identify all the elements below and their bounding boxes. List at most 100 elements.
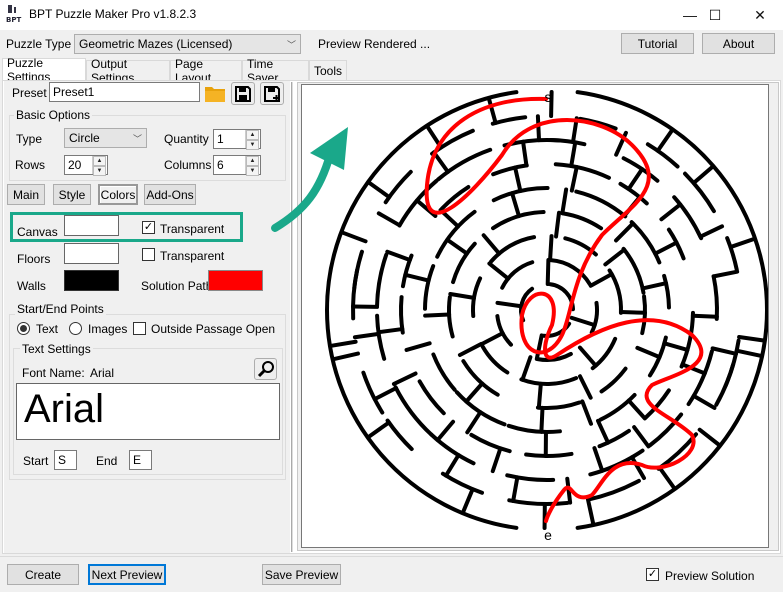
- spin-down-icon[interactable]: ▼: [246, 166, 259, 176]
- maze-radial-wall: [464, 381, 485, 404]
- close-button[interactable]: ✕: [737, 0, 783, 30]
- canvas-color-swatch[interactable]: [64, 215, 119, 236]
- maze-radial-wall: [580, 399, 593, 426]
- maze-radial-wall: [737, 335, 765, 343]
- maze-ring-wall: [417, 379, 446, 416]
- maze-ring-wall: [725, 236, 739, 272]
- maze-radial-wall: [691, 165, 714, 186]
- chevron-down-icon: ﹀: [286, 39, 296, 50]
- about-button[interactable]: About: [702, 33, 775, 54]
- maze-ring-wall: [519, 376, 579, 386]
- colors-subtab-button[interactable]: Colors: [98, 184, 138, 205]
- maze-radial-wall: [632, 425, 651, 449]
- bpt-logo-icon: BPT: [6, 5, 24, 24]
- start-text-label: Start: [23, 454, 49, 468]
- maze-ring-wall: [672, 195, 704, 241]
- spin-up-icon[interactable]: ▲: [93, 156, 106, 166]
- maze-radial-wall: [511, 475, 520, 504]
- next-preview-button[interactable]: Next Preview: [88, 564, 166, 585]
- maze-radial-wall: [372, 386, 399, 402]
- quantity-spin-buttons[interactable]: ▲ ▼: [245, 130, 259, 150]
- create-button[interactable]: Create: [7, 564, 79, 585]
- add-ons-subtab-button[interactable]: Add-Ons: [144, 184, 196, 205]
- end-text-input[interactable]: E: [129, 450, 152, 470]
- quantity-value: 1: [217, 132, 224, 146]
- maze-radial-wall: [487, 261, 511, 281]
- tab-tools[interactable]: Tools: [309, 60, 347, 80]
- maze-radial-wall: [662, 341, 690, 352]
- tab-page-layout[interactable]: Page Layout: [170, 57, 242, 85]
- preset-input[interactable]: Preset1: [49, 82, 200, 102]
- quantity-stepper[interactable]: 1 ▲ ▼: [213, 129, 261, 150]
- spin-up-icon[interactable]: ▲: [246, 130, 259, 140]
- maze-ring-wall: [524, 451, 574, 458]
- puzzle-type-select[interactable]: Geometric Mazes (Licensed) ﹀: [74, 34, 301, 54]
- maze-radial-wall: [536, 381, 543, 410]
- maze-radial-wall: [690, 313, 719, 319]
- maze-radial-wall: [539, 405, 545, 434]
- tab-time-saver[interactable]: Time Saver: [242, 57, 309, 85]
- tutorial-button[interactable]: Tutorial: [621, 33, 694, 54]
- canvas-transparent-checkbox[interactable]: ✓: [142, 221, 155, 234]
- maze-radial-wall: [490, 446, 503, 474]
- maze-radial-wall: [560, 187, 569, 216]
- arrow-shaft: [271, 151, 334, 232]
- maze-ring-wall: [375, 313, 387, 361]
- spin-down-icon[interactable]: ▼: [93, 166, 106, 176]
- columns-spin-buttons[interactable]: ▲ ▼: [245, 156, 259, 176]
- close-icon: ✕: [754, 6, 766, 23]
- maze-radial-wall: [734, 348, 763, 358]
- text-radio[interactable]: [17, 322, 30, 335]
- maze-radial-wall: [513, 165, 523, 193]
- spin-down-icon[interactable]: ▼: [246, 140, 259, 150]
- columns-stepper[interactable]: 6 ▲ ▼: [213, 155, 261, 176]
- maze-radial-wall: [657, 465, 676, 490]
- maze-ring-wall: [385, 418, 414, 452]
- maze-ring-wall: [429, 432, 476, 466]
- maze-ring-wall: [440, 471, 484, 495]
- rows-stepper[interactable]: 20 ▲ ▼: [64, 155, 108, 176]
- spin-up-icon[interactable]: ▲: [246, 156, 259, 166]
- maze-radial-wall: [569, 165, 579, 193]
- maze-radial-wall: [376, 211, 402, 228]
- type-value: Circle: [69, 131, 100, 145]
- walls-color-swatch[interactable]: [64, 270, 119, 291]
- maze-radial-wall: [445, 237, 469, 256]
- open-preset-button[interactable]: [203, 82, 227, 104]
- type-select[interactable]: Circle ﹀: [64, 128, 147, 148]
- svg-text:BPT: BPT: [6, 16, 21, 23]
- maze-radial-wall: [461, 487, 475, 514]
- rows-spin-buttons[interactable]: ▲ ▼: [92, 156, 106, 176]
- columns-value: 6: [217, 158, 224, 172]
- maze-ring-wall: [507, 498, 570, 506]
- maximize-button[interactable]: ☐: [692, 0, 738, 30]
- text-settings-legend: Text Settings: [20, 342, 93, 356]
- maze-radial-wall: [403, 272, 431, 283]
- maze-radial-wall: [457, 341, 484, 357]
- save-preview-button[interactable]: Save Preview: [262, 564, 341, 585]
- maze-radial-wall: [367, 181, 392, 200]
- preview-solution-checkbox[interactable]: ✓: [646, 568, 659, 581]
- maze-ring-wall: [506, 423, 562, 434]
- style-subtab-button[interactable]: Style: [53, 184, 91, 205]
- images-radio[interactable]: [69, 322, 82, 335]
- maze-radial-wall: [495, 300, 524, 309]
- maze-ring-wall: [436, 147, 493, 182]
- choose-font-button[interactable]: [254, 358, 277, 380]
- tab-puzzle-settings[interactable]: Puzzle Settings: [2, 56, 86, 84]
- maze-radial-wall: [655, 129, 674, 153]
- maze-ring-wall: [679, 310, 695, 369]
- save-as-preset-button[interactable]: [260, 82, 284, 105]
- maze-radial-wall: [596, 418, 611, 445]
- outside-passage-checkbox[interactable]: [133, 322, 146, 335]
- start-text-input[interactable]: S: [54, 450, 77, 470]
- main-subtab-button[interactable]: Main: [7, 184, 45, 205]
- maze-radial-wall: [479, 331, 505, 347]
- save-preset-button[interactable]: [231, 82, 255, 105]
- footer-divider: [0, 556, 783, 557]
- floors-transparent-checkbox[interactable]: [142, 248, 155, 261]
- tab-output-settings[interactable]: Output Settings: [86, 57, 170, 85]
- solution-path-color-swatch[interactable]: [208, 270, 263, 291]
- maze-radial-wall: [548, 234, 554, 263]
- floors-color-swatch[interactable]: [64, 243, 119, 264]
